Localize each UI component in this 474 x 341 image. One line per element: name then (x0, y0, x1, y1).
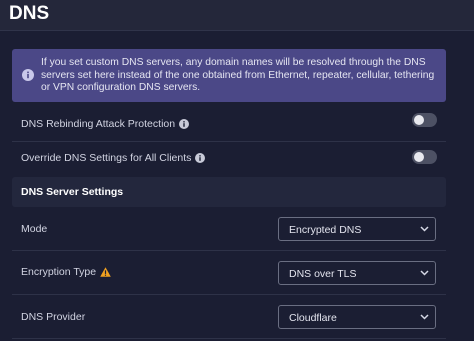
rebinding-protection-label: DNS Rebinding Attack Protection (21, 118, 176, 130)
info-icon (22, 69, 34, 81)
select-value: DNS over TLS (289, 268, 357, 280)
encryption-type-row: Encryption Type DNS over TLS (12, 251, 446, 295)
chevron-down-icon (420, 314, 429, 320)
dns-provider-row: DNS Provider Cloudflare (12, 295, 446, 339)
dns-provider-label: DNS Provider (21, 311, 86, 323)
warning-icon[interactable] (100, 267, 111, 277)
select-value: Cloudflare (289, 312, 337, 324)
page-title: DNS (9, 3, 50, 24)
chevron-down-icon (420, 226, 429, 232)
mode-row: Mode Encrypted DNS (12, 207, 446, 251)
toggle-knob (414, 152, 424, 162)
encryption-type-label: Encryption Type (21, 266, 97, 278)
override-dns-row: Override DNS Settings for All Clients (12, 142, 446, 177)
rebinding-protection-toggle[interactable] (412, 113, 437, 127)
override-dns-toggle[interactable] (412, 150, 437, 164)
toggle-knob (414, 115, 424, 125)
rebinding-protection-row: DNS Rebinding Attack Protection (12, 107, 446, 142)
info-icon[interactable] (195, 153, 206, 163)
info-notice: If you set custom DNS servers, any domai… (12, 49, 446, 102)
dns-provider-select[interactable]: Cloudflare (278, 305, 436, 329)
chevron-down-icon (420, 270, 429, 276)
section-title: DNS Server Settings (21, 186, 124, 198)
notice-text: If you set custom DNS servers, any domai… (41, 57, 435, 93)
info-icon[interactable] (179, 119, 190, 129)
mode-label: Mode (21, 223, 48, 235)
dns-server-settings-header: DNS Server Settings (12, 177, 446, 207)
override-dns-label: Override DNS Settings for All Clients (21, 152, 192, 164)
top-bar: DNS (0, 0, 474, 31)
encryption-type-select[interactable]: DNS over TLS (278, 261, 436, 285)
select-value: Encrypted DNS (289, 224, 362, 236)
mode-select[interactable]: Encrypted DNS (278, 217, 436, 241)
